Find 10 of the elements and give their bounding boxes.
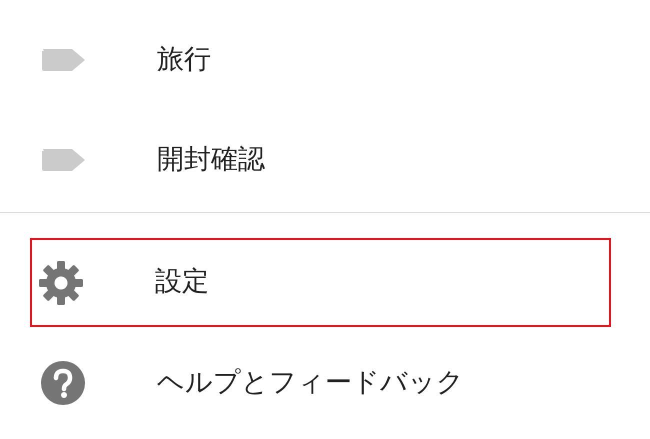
menu-item[interactable]: ヘルプとフィードバック [0, 333, 650, 433]
help-icon [40, 360, 86, 406]
settings-icon [38, 260, 84, 306]
menu-item-label: 開封確認 [157, 142, 265, 177]
menu-item[interactable]: 開封確認 [0, 110, 650, 210]
menu-item-label: 旅行 [157, 42, 211, 77]
menu-item-label: ヘルプとフィードバック [157, 366, 464, 400]
highlighted-menu-item[interactable]: 設定 [30, 238, 611, 327]
menu-item[interactable]: 旅行 [0, 10, 650, 110]
menu-item-label: 設定 [155, 265, 209, 300]
